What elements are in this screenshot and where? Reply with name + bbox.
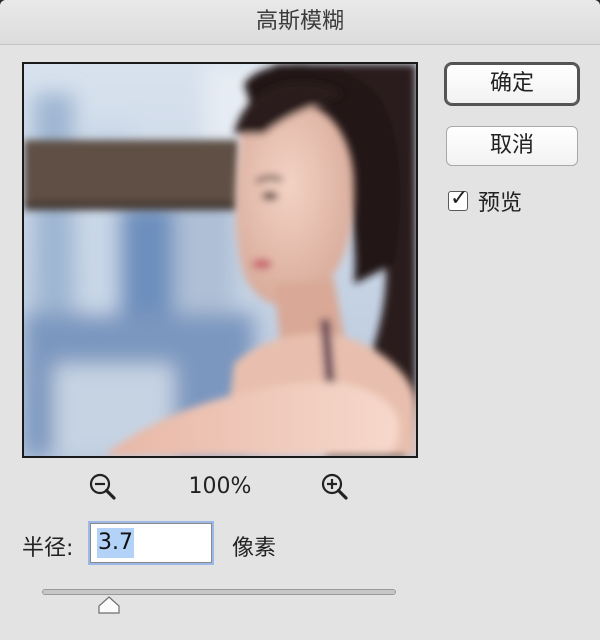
preview-image[interactable] <box>22 62 418 458</box>
radius-input[interactable]: 3.7 <box>90 523 212 563</box>
checkmark-icon: ✓ <box>450 186 469 211</box>
dialog-title: 高斯模糊 <box>255 9 344 34</box>
zoom-in-icon[interactable] <box>320 472 350 502</box>
ok-button[interactable]: 确定 <box>446 64 578 104</box>
preview-checkbox[interactable]: ✓ <box>448 186 468 211</box>
preview-checkbox-label: 预览 <box>478 191 523 216</box>
preview-checkbox-row[interactable]: ✓ 预览 <box>448 186 522 216</box>
zoom-level: 100% <box>188 474 252 499</box>
cancel-button-label: 取消 <box>489 133 534 158</box>
radius-label: 半径: <box>22 536 74 561</box>
title-bar[interactable]: 高斯模糊 <box>0 0 600 45</box>
blurred-portrait-image <box>24 64 416 456</box>
radius-unit-label: 像素 <box>232 536 277 561</box>
radius-slider-track[interactable] <box>42 589 396 595</box>
radius-value: 3.7 <box>97 528 134 558</box>
ok-button-label: 确定 <box>489 71 534 96</box>
zoom-out-icon[interactable] <box>88 472 118 502</box>
gaussian-blur-dialog: 高斯模糊 确定 取消 ✓ 预览 100% 半径: 3.7 像素 <box>0 0 600 640</box>
cancel-button[interactable]: 取消 <box>446 126 578 166</box>
radius-slider-thumb[interactable] <box>98 596 120 614</box>
